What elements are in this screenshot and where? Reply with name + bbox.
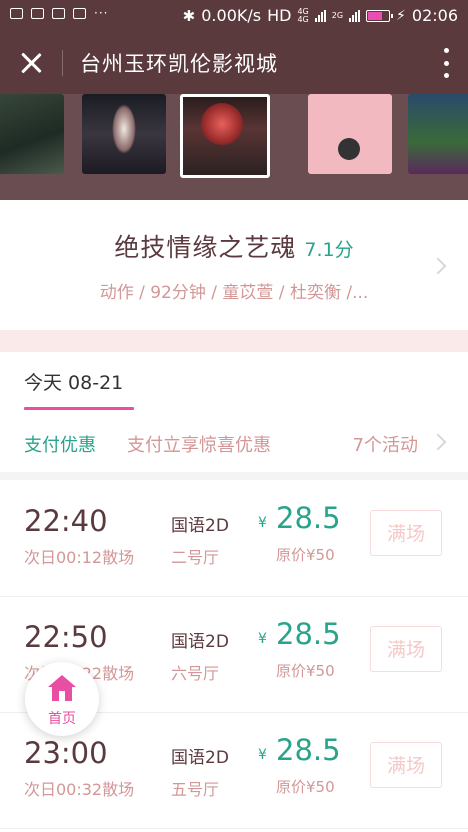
end-time: 次日00:32散场 [24, 780, 135, 799]
app-grid-icon [31, 7, 44, 19]
charging-icon: ⚡ [396, 7, 406, 24]
movie-info-card[interactable]: 绝技情缘之艺魂 7.1分 动作 / 92分钟 / 童苡萱 / 杜奕衡 /... [0, 200, 468, 330]
poster-5[interactable] [408, 94, 468, 174]
status-right: ✱ 0.00K/s HD 4G 4G 2G ⚡ 02:06 [183, 6, 458, 25]
movie-title: 绝技情缘之艺魂 [114, 233, 297, 262]
original-price: 原价¥50 [276, 778, 335, 796]
app-header: 台州玉环凯伦影视城 [0, 32, 468, 94]
poster-1[interactable] [0, 94, 64, 174]
language-format: 国语2D [171, 748, 229, 768]
hall-name: 二号厅 [171, 548, 220, 567]
promo-count: 7个活动 [352, 435, 418, 456]
home-button[interactable]: 首页 [25, 662, 99, 736]
sold-out-button[interactable]: 满场 [370, 626, 442, 672]
price: 28.5 [276, 501, 341, 535]
page-title: 台州玉环凯伦影视城 [80, 52, 278, 76]
currency-symbol: ¥ [258, 515, 267, 531]
signal-icon [314, 9, 326, 22]
payment-promo-row[interactable]: 支付优惠 支付立享惊喜优惠 7个活动 [0, 410, 468, 472]
movie-title-row: 绝技情缘之艺魂 7.1分 [0, 228, 468, 264]
battery-icon [366, 9, 394, 22]
sold-out-button[interactable]: 满场 [370, 510, 442, 556]
currency-symbol: ¥ [258, 747, 267, 763]
hd-indicator: HD [267, 6, 292, 25]
more-vertical-icon[interactable] [440, 48, 452, 78]
home-icon [48, 675, 76, 701]
price: 28.5 [276, 617, 341, 651]
bluetooth-icon: ✱ [182, 6, 196, 25]
photo-icon [73, 7, 86, 19]
message-icon [52, 7, 65, 19]
promo-text: 支付立享惊喜优惠 [127, 435, 271, 456]
promo-label: 支付优惠 [24, 435, 96, 456]
section-divider [0, 330, 468, 352]
start-time: 23:00 [24, 736, 108, 770]
original-price: 原价¥50 [276, 662, 335, 680]
clock: 02:06 [411, 6, 458, 25]
poster-4[interactable] [308, 94, 392, 174]
price: 28.5 [276, 733, 341, 767]
start-time: 22:50 [24, 620, 108, 654]
currency-symbol: ¥ [258, 631, 267, 647]
start-time: 22:40 [24, 504, 108, 538]
end-time: 次日00:12散场 [24, 548, 135, 567]
net-speed: 0.00K/s [201, 6, 262, 25]
sold-out-button[interactable]: 满场 [370, 742, 442, 788]
close-icon[interactable] [14, 46, 48, 80]
notification-icons: ··· [10, 7, 108, 19]
movie-meta: 动作 / 92分钟 / 童苡萱 / 杜奕衡 /... [99, 283, 369, 303]
showtime-row[interactable]: 22:40 次日00:12散场 国语2D 二号厅 ¥ 28.5 原价¥50 满场 [0, 480, 468, 597]
chevron-right-icon [429, 433, 447, 451]
hall-name: 六号厅 [171, 664, 220, 683]
poster-2[interactable] [82, 94, 166, 174]
network-type-4g: 4G 4G [297, 6, 309, 24]
more-notifications-icon: ··· [94, 6, 109, 20]
showtime-list: 22:40 次日00:12散场 国语2D 二号厅 ¥ 28.5 原价¥50 满场… [0, 480, 468, 832]
status-bar: ··· ✱ 0.00K/s HD 4G 4G 2G ⚡ 02:06 [0, 0, 468, 32]
language-format: 国语2D [171, 516, 229, 536]
language-format: 国语2D [171, 632, 229, 652]
section-gap [0, 472, 468, 480]
header-divider [62, 50, 63, 76]
tab-today[interactable]: 今天 08-21 [24, 368, 123, 395]
hall-name: 五号厅 [171, 780, 220, 799]
signal-icon-2 [349, 9, 361, 22]
original-price: 原价¥50 [276, 546, 335, 564]
network-type-2g: 2G [331, 10, 344, 20]
image-icon [10, 7, 23, 19]
movie-score: 7.1分 [304, 239, 354, 261]
date-tabs: 今天 08-21 [0, 352, 468, 411]
home-label: 首页 [48, 711, 76, 727]
poster-selected[interactable] [180, 94, 270, 178]
movie-poster-carousel[interactable] [0, 94, 468, 200]
